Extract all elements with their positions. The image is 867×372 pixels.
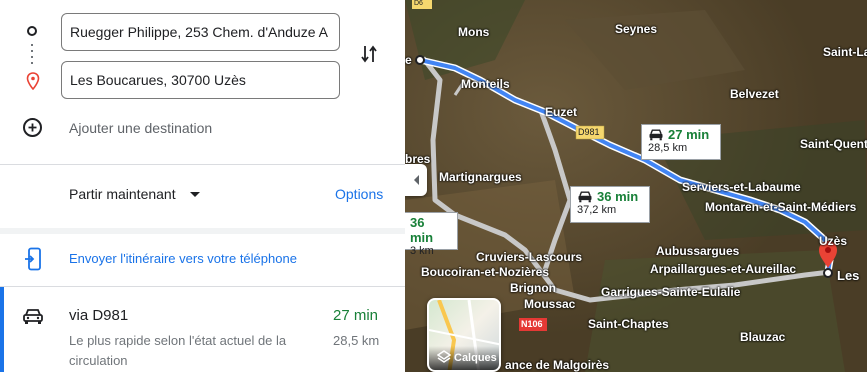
selected-route-indicator bbox=[0, 287, 4, 372]
route-card-time: 36 min bbox=[597, 189, 639, 204]
destination-label: Les bbox=[837, 268, 860, 283]
destination-field[interactable]: Les Boucarues, 30700 Uzès bbox=[61, 61, 340, 99]
route-card-alternate-2[interactable]: 36 min 3 km bbox=[405, 212, 458, 257]
origin-field[interactable]: Ruegger Philippe, 253 Chem. d'Anduze A bbox=[61, 13, 340, 51]
route-card-time: 27 min bbox=[668, 127, 710, 142]
place-label: Aubussargues bbox=[656, 244, 740, 258]
directions-panel: Ruegger Philippe, 253 Chem. d'Anduze A L… bbox=[0, 0, 405, 372]
place-label: Euzet bbox=[545, 105, 578, 119]
place-label: Montaren-et-Saint-Médiers bbox=[705, 200, 857, 214]
place-label: e bbox=[405, 53, 412, 67]
route-option[interactable]: via D981 27 min Le plus rapide selon l'é… bbox=[0, 287, 405, 372]
place-label: Garrigues-Sainte-Eulalie bbox=[601, 285, 741, 299]
place-label: Serviers-et-Labaume bbox=[682, 180, 801, 194]
route-card-distance: 3 km bbox=[410, 245, 434, 257]
place-label: Martignargues bbox=[439, 170, 522, 184]
route-description-line2: circulation bbox=[69, 353, 128, 368]
place-label: Saint-Chaptes bbox=[588, 317, 669, 331]
send-to-phone-link[interactable]: Envoyer l'itinéraire vers votre téléphon… bbox=[69, 251, 297, 266]
place-label: Boucoiran-et-Nozières bbox=[421, 265, 550, 279]
place-label: Belvezet bbox=[730, 87, 779, 101]
route-dots bbox=[31, 44, 33, 68]
phone-icon[interactable] bbox=[24, 247, 42, 276]
options-link[interactable]: Options bbox=[335, 186, 383, 202]
layers-label: Calques bbox=[454, 352, 497, 364]
map-view[interactable]: D981 N106 D6 Mons Seynes Saint-La Montei… bbox=[405, 0, 867, 372]
road-label-d981: D981 bbox=[578, 127, 600, 137]
route-time: 27 min bbox=[333, 307, 379, 324]
route-card-time: 36 min bbox=[410, 215, 434, 245]
route-via: via D981 bbox=[69, 307, 129, 324]
swap-icon[interactable] bbox=[360, 43, 378, 70]
place-label: Monteils bbox=[461, 77, 510, 91]
chevron-left-icon bbox=[413, 175, 419, 185]
road-label-d6: D6 bbox=[414, 0, 423, 7]
place-label: ance de Malgoirès bbox=[505, 358, 610, 372]
divider bbox=[0, 164, 405, 165]
place-label: Blauzac bbox=[740, 330, 786, 344]
route-card-distance: 28,5 km bbox=[648, 142, 688, 154]
origin-circle-icon bbox=[27, 26, 37, 36]
route-card-distance: 37,2 km bbox=[577, 204, 617, 216]
place-label: Saint-La bbox=[823, 45, 867, 59]
car-icon bbox=[22, 307, 44, 330]
place-label: Seynes bbox=[615, 22, 658, 36]
add-destination-label[interactable]: Ajouter une destination bbox=[69, 120, 212, 136]
car-icon bbox=[649, 129, 663, 141]
add-icon[interactable] bbox=[23, 118, 42, 137]
collapse-panel-button[interactable] bbox=[405, 164, 427, 196]
divider bbox=[0, 228, 405, 234]
car-icon bbox=[578, 191, 592, 203]
layers-icon bbox=[436, 350, 452, 369]
dropdown-arrow-icon[interactable] bbox=[190, 192, 200, 197]
depart-time-selector[interactable]: Partir maintenant bbox=[69, 186, 176, 202]
place-label: Saint-Quentin bbox=[800, 137, 867, 151]
destination-pin-icon bbox=[26, 72, 40, 95]
place-label: Arpaillargues-et-Aureillac bbox=[650, 262, 797, 276]
place-label: Uzès bbox=[819, 234, 848, 248]
road-label-n106: N106 bbox=[521, 319, 543, 329]
route-card-primary[interactable]: 27 min 28,5 km bbox=[641, 124, 721, 160]
route-description: Le plus rapide selon l'état actuel de la bbox=[69, 333, 287, 348]
place-label: Moussac bbox=[524, 297, 576, 311]
place-label: Mons bbox=[458, 25, 490, 39]
place-label: Cruviers-Lascours bbox=[476, 250, 583, 264]
route-distance: 28,5 km bbox=[333, 333, 380, 348]
place-label: Brignon bbox=[510, 281, 556, 295]
route-card-alternate[interactable]: 36 min 37,2 km bbox=[570, 186, 650, 223]
layers-button[interactable]: Calques bbox=[427, 298, 501, 372]
